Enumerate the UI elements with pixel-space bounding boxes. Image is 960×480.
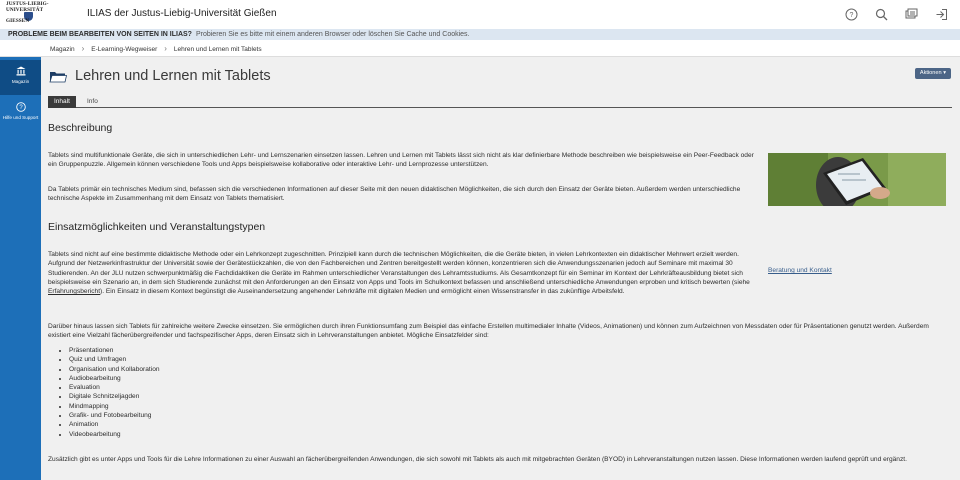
paragraph-einsatz-2: Darüber hinaus lassen sich Tablets für z…	[48, 323, 929, 340]
list-item: Quiz und Umfragen	[69, 355, 160, 364]
caret-down-icon: ▾	[943, 70, 946, 76]
paragraph-description-1: Tablets sind multifunktionale Geräte, di…	[48, 152, 754, 169]
heading-beschreibung: Beschreibung	[48, 122, 113, 134]
top-header: JUSTUS-LIEBIG- UNIVERSITÄT GIESSEN ILIAS…	[0, 0, 960, 29]
list-item: Animation	[69, 420, 160, 429]
library-icon	[16, 66, 26, 76]
paragraph-einsatz-1-part-1: Tablets sind nicht auf eine bestimmte di…	[48, 251, 750, 286]
help-circle-icon: ?	[15, 102, 26, 112]
link-beratung-kontakt[interactable]: Beratung und Kontakt	[768, 267, 832, 274]
page-title: Lehren und Lernen mit Tablets	[75, 68, 271, 84]
mainbar-item-help[interactable]: ? Hilfe und Support	[0, 96, 41, 131]
list-item: Grafik- und Fotobearbeitung	[69, 411, 160, 420]
page-header: Lehren und Lernen mit Tablets	[49, 66, 271, 86]
breadcrumb: Magazin › E-Learning-Wegweiser › Lehren und …	[0, 40, 960, 57]
mainbar-label-magazin: Magazin	[11, 79, 30, 84]
chevron-right-icon: ›	[164, 44, 167, 53]
tab-bar: Inhalt Info	[48, 96, 952, 108]
list-item: Videobearbeitung	[69, 430, 160, 439]
list-item: Audiobearbeitung	[69, 374, 160, 383]
breadcrumb-item-magazin[interactable]: Magazin	[50, 46, 75, 53]
breadcrumb-item-wegweiser[interactable]: E-Learning-Wegweiser	[91, 46, 157, 53]
logout-icon[interactable]	[933, 6, 950, 23]
notifications-icon[interactable]	[903, 6, 920, 23]
search-icon[interactable]	[873, 6, 890, 23]
link-erfahrungsbericht[interactable]: Erfahrungsbericht	[48, 288, 100, 295]
list-item: Mindmapping	[69, 402, 160, 411]
heading-einsatz: Einsatzmöglichkeiten und Veranstaltungst…	[48, 221, 266, 233]
svg-text:?: ?	[850, 12, 854, 19]
logo-line-3: GIESSEN	[6, 18, 30, 24]
chevron-right-icon: ›	[81, 44, 85, 53]
tab-inhalt[interactable]: Inhalt	[48, 96, 76, 108]
university-logo[interactable]: JUSTUS-LIEBIG- UNIVERSITÄT GIESSEN	[6, 1, 54, 26]
site-title[interactable]: ILIAS der Justus-Liebig-Universität Gieß…	[87, 8, 277, 19]
paragraph-einsatz-1: Tablets sind nicht auf eine bestimmte di…	[48, 250, 762, 296]
folder-icon	[49, 70, 67, 83]
breadcrumb-item-current[interactable]: Lehren und Lernen mit Tablets	[174, 46, 262, 53]
paragraph-einsatz-1-part-2: ). Ein Einsatz in diesem Kontext begünst…	[100, 288, 625, 296]
header-icons: ?	[843, 6, 950, 23]
mainbar-label-help: Hilfe und Support	[2, 115, 39, 120]
list-item: Digitale Schnitzeljagden	[69, 392, 160, 401]
notice-heading: PROBLEME BEIM BEARBEITEN VON SEITEN IN I…	[8, 31, 192, 38]
list-item: Evaluation	[69, 383, 160, 392]
tab-info[interactable]: Info	[81, 96, 104, 108]
main-bar: Magazin ? Hilfe und Support	[0, 57, 41, 480]
actions-dropdown-button[interactable]: Aktionen ▾	[914, 68, 951, 79]
notice-text: Probieren Sie es bitte mit einem anderen…	[195, 31, 470, 38]
actions-label: Aktionen	[919, 70, 942, 76]
einsatzfelder-list: Präsentationen Quiz und Umfragen Organis…	[69, 346, 160, 439]
tablet-photo	[768, 153, 946, 206]
svg-text:?: ?	[19, 105, 23, 111]
main-content: Lehren und Lernen mit Tablets Aktionen ▾…	[41, 57, 960, 480]
paragraph-description-2: Da Tablets primär ein technisches Medium…	[48, 186, 741, 203]
paragraph-einsatz-3: Zusätzlich gibt es unter Apps und Tools …	[48, 456, 907, 463]
mainbar-item-magazin[interactable]: Magazin	[0, 60, 41, 95]
list-item: Präsentationen	[69, 346, 160, 355]
list-item: Organisation und Kollaboration	[69, 365, 160, 374]
browser-notice: PROBLEME BEIM BEARBEITEN VON SEITEN IN I…	[0, 29, 960, 40]
help-icon[interactable]: ?	[843, 6, 860, 23]
